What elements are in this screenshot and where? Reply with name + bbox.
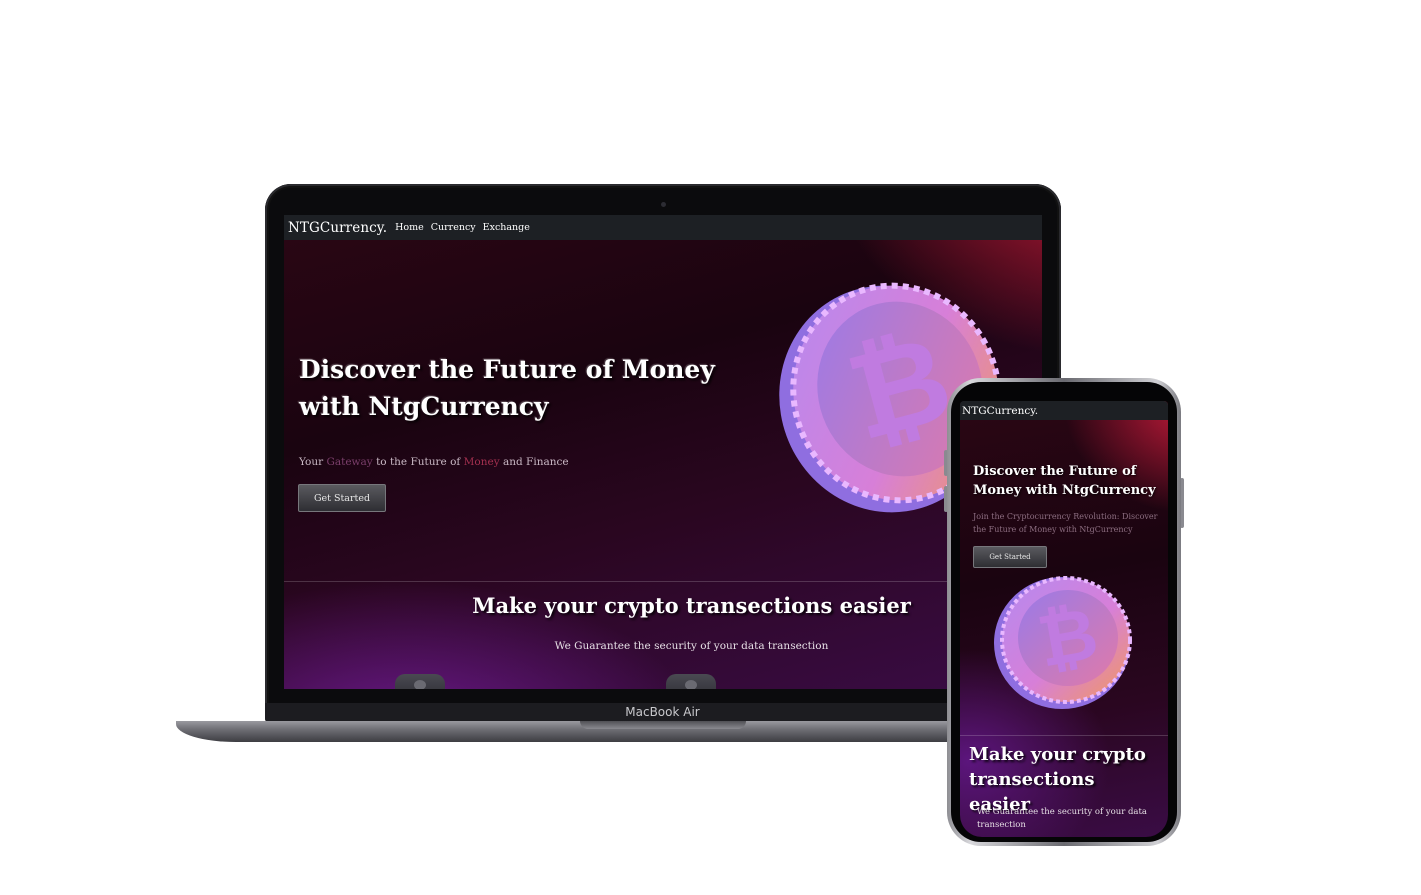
device-label: MacBook Air <box>625 705 700 719</box>
feature-card[interactable] <box>395 674 445 689</box>
hero-subtitle: Your Gateway to the Future of Money and … <box>299 456 569 468</box>
feature-card[interactable] <box>666 674 716 689</box>
nav-link-currency[interactable]: Currency <box>431 222 476 233</box>
camera-dot <box>661 202 666 207</box>
section-subtitle: We Guarantee the security of your data t… <box>554 640 829 652</box>
feature-icon <box>414 680 426 689</box>
nav-link-exchange[interactable]: Exchange <box>483 222 530 233</box>
section-divider <box>284 581 1042 582</box>
hero-subtitle-highlight: Gateway <box>326 456 373 468</box>
get-started-button[interactable]: Get Started <box>298 484 386 512</box>
nav-link-home[interactable]: Home <box>395 222 424 233</box>
hero-subtitle-highlight: Money <box>463 456 500 468</box>
phone-device: NTGCurrency. Discover the Future of Mone… <box>947 378 1181 846</box>
navbar: NTGCurrency. <box>960 401 1168 420</box>
hero-subtitle-part: and Finance <box>499 456 569 468</box>
hero-subtitle-part: to the Future of <box>372 456 464 468</box>
hero-subtitle: Join the Cryptocurrency Revolution: Disc… <box>973 512 1158 534</box>
section-title: Make your crypto transections easier <box>472 593 911 618</box>
feature-icon <box>685 680 697 689</box>
laptop-screen: NTGCurrency. Home Currency Exchange Disc… <box>284 215 1042 689</box>
navbar: NTGCurrency. Home Currency Exchange <box>284 215 1042 240</box>
hero-subtitle-part: Your <box>299 456 327 468</box>
section-divider <box>960 735 1168 736</box>
hero-title: Discover the Future of Money with NtgCur… <box>299 355 715 421</box>
hero-title: Discover the Future of Money with NtgCur… <box>973 464 1156 498</box>
laptop-device: NTGCurrency. Home Currency Exchange Disc… <box>265 184 1061 724</box>
section-subtitle: We Guarantee the security of your data t… <box>977 807 1147 830</box>
get-started-button[interactable]: Get Started <box>973 546 1047 568</box>
phone-screen: NTGCurrency. Discover the Future of Mone… <box>960 401 1168 837</box>
bitcoin-coin-icon: ₿ <box>994 576 1132 709</box>
brand-logo[interactable]: NTGCurrency. <box>962 405 1038 417</box>
laptop-notch <box>580 721 746 729</box>
brand-logo[interactable]: NTGCurrency. <box>288 220 387 236</box>
